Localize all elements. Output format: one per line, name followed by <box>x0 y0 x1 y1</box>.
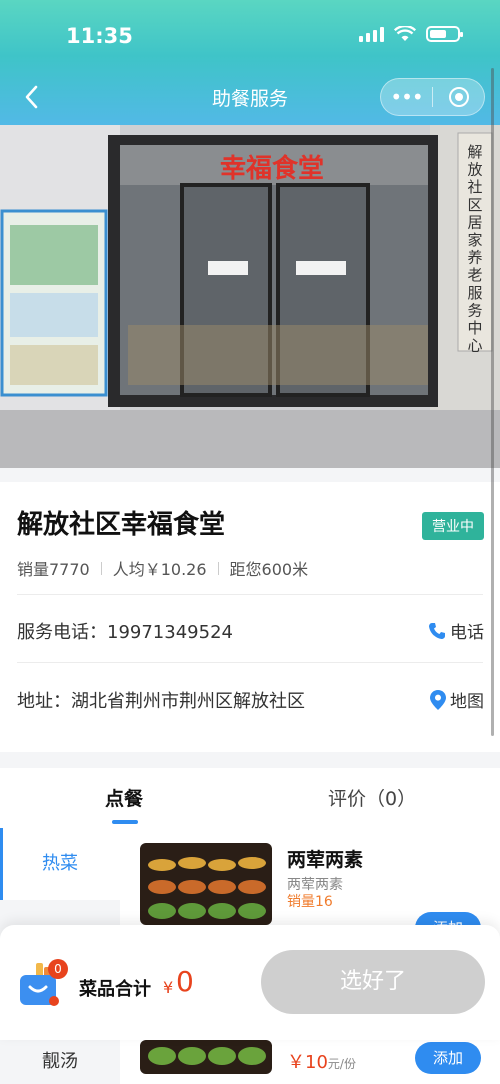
checkout-button[interactable]: 选好了 <box>261 950 485 1014</box>
dish-name: 两荤两素 <box>287 849 364 871</box>
tab-order[interactable]: 点餐 <box>105 784 143 811</box>
dish-image <box>140 843 272 925</box>
service-phone: 服务电话：19971349524 <box>17 622 233 643</box>
active-tab-indicator <box>112 820 138 824</box>
shop-address: 地址：湖北省荆州市荆州区解放社区 <box>17 691 305 712</box>
status-icons <box>359 26 463 42</box>
shop-stats: 销量7770 人均￥10.26 距您600米 <box>17 556 308 580</box>
sales-count: 销量7770 <box>17 560 90 579</box>
average-price: 人均￥10.26 <box>112 560 207 579</box>
phone-icon <box>429 622 445 639</box>
cart-total-amount: 0 <box>176 965 194 998</box>
divider <box>100 561 102 575</box>
dish-price: ￥10元/份 <box>287 1048 356 1074</box>
tab-bar: 点餐 评价（0） <box>0 768 500 828</box>
nav-bar: 助餐服务 ••• <box>0 70 500 124</box>
signal-icon <box>359 26 384 42</box>
divider <box>17 594 483 595</box>
location-pin-icon <box>430 689 446 710</box>
cart-bar: 0 菜品合计 ¥ 0 选好了 <box>0 925 500 1040</box>
divider <box>217 561 219 575</box>
add-to-cart-button[interactable]: 添加 <box>415 1042 481 1074</box>
scrollbar[interactable] <box>491 68 494 736</box>
divider <box>17 662 483 663</box>
map-label: 地图 <box>450 692 484 712</box>
storefront-photo: 幸福食堂 解放社区居家养老服务中心 <box>0 125 500 468</box>
category-hot-dishes[interactable]: 热菜 <box>0 828 120 900</box>
cart-total-label: 菜品合计 <box>79 979 151 1000</box>
category-soup[interactable]: 靓汤 <box>0 1040 120 1084</box>
svg-text:解放社区居家养老服务中心: 解放社区居家养老服务中心 <box>467 143 482 355</box>
close-miniapp-button[interactable] <box>433 87 484 107</box>
dish-sales: 销量16 <box>287 894 333 910</box>
price-unit: 元/份 <box>327 1057 356 1071</box>
distance: 距您600米 <box>229 560 309 579</box>
wifi-icon <box>394 26 416 41</box>
cart-count-badge: 0 <box>48 959 68 979</box>
miniapp-capsule: ••• <box>380 78 485 116</box>
price-amount: ￥10 <box>287 1052 328 1073</box>
currency-symbol: ¥ <box>163 978 174 997</box>
tab-reviews[interactable]: 评价（0） <box>328 784 416 811</box>
status-time: 11:35 <box>66 24 133 48</box>
call-button[interactable]: 电话 <box>428 618 484 643</box>
target-icon <box>448 87 469 107</box>
call-label: 电话 <box>450 623 484 643</box>
more-button[interactable]: ••• <box>381 85 432 109</box>
map-button[interactable]: 地图 <box>430 687 484 712</box>
battery-icon <box>426 26 463 42</box>
plaque-text: 解放社区居家养老服务中心 <box>467 143 482 355</box>
status-badge: 营业中 <box>422 512 484 540</box>
header: 11:35 助餐服务 ••• <box>0 0 500 125</box>
canteen-sign: 幸福食堂 <box>220 153 324 184</box>
shop-name: 解放社区幸福食堂 <box>17 510 226 540</box>
shop-info-card: 解放社区幸福食堂 营业中 销量7770 人均￥10.26 距您600米 服务电话… <box>0 482 500 752</box>
dish-image <box>140 1040 272 1074</box>
